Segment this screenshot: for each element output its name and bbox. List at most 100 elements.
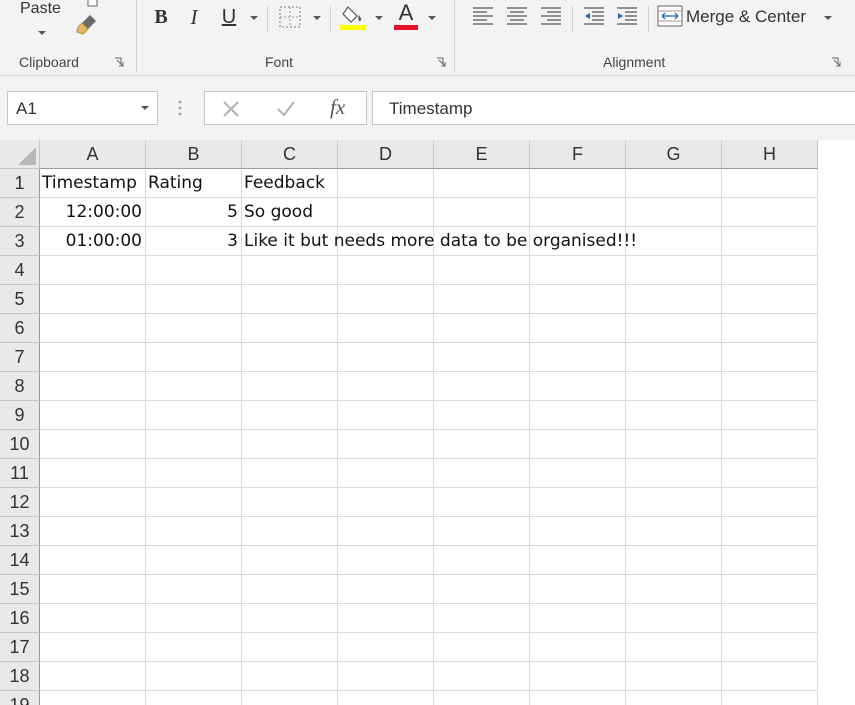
cell-d1[interactable] (338, 169, 434, 198)
cell-e11[interactable] (434, 459, 530, 488)
cell-f17[interactable] (530, 633, 626, 662)
cell-e18[interactable] (434, 662, 530, 691)
cell-a6[interactable] (40, 314, 146, 343)
cell-c10[interactable] (242, 430, 338, 459)
cell-g8[interactable] (626, 372, 722, 401)
cell-d5[interactable] (338, 285, 434, 314)
cell-f1[interactable] (530, 169, 626, 198)
cell-e16[interactable] (434, 604, 530, 633)
cell-d2[interactable] (338, 198, 434, 227)
cell-g14[interactable] (626, 546, 722, 575)
cell-e14[interactable] (434, 546, 530, 575)
paste-dropdown-icon[interactable] (37, 28, 47, 38)
cell-h6[interactable] (722, 314, 818, 343)
cell-d9[interactable] (338, 401, 434, 430)
cell-g2[interactable] (626, 198, 722, 227)
cell-a4[interactable] (40, 256, 146, 285)
cell-b17[interactable] (146, 633, 242, 662)
cell-d12[interactable] (338, 488, 434, 517)
cell-c5[interactable] (242, 285, 338, 314)
paste-button[interactable]: Paste (20, 0, 61, 18)
merge-center-icon[interactable] (657, 5, 683, 27)
cell-g13[interactable] (626, 517, 722, 546)
cell-c19[interactable] (242, 691, 338, 705)
cell-e12[interactable] (434, 488, 530, 517)
cell-g1[interactable] (626, 169, 722, 198)
cancel-icon[interactable] (222, 100, 240, 118)
cell-h8[interactable] (722, 372, 818, 401)
cell-f9[interactable] (530, 401, 626, 430)
enter-check-icon[interactable] (276, 100, 296, 118)
cell-c6[interactable] (242, 314, 338, 343)
row-header-13[interactable]: 13 (0, 517, 40, 546)
row-header-18[interactable]: 18 (0, 662, 40, 691)
cell-a18[interactable] (40, 662, 146, 691)
cell-b5[interactable] (146, 285, 242, 314)
cell-b16[interactable] (146, 604, 242, 633)
align-right-icon[interactable] (540, 6, 562, 26)
cell-b14[interactable] (146, 546, 242, 575)
cell-c1[interactable]: Feedback (242, 169, 338, 198)
cell-d14[interactable] (338, 546, 434, 575)
cell-g6[interactable] (626, 314, 722, 343)
cell-a8[interactable] (40, 372, 146, 401)
row-header-6[interactable]: 6 (0, 314, 40, 343)
cell-b6[interactable] (146, 314, 242, 343)
cell-h17[interactable] (722, 633, 818, 662)
cell-e13[interactable] (434, 517, 530, 546)
fill-color-icon[interactable] (340, 3, 366, 31)
cell-a13[interactable] (40, 517, 146, 546)
cell-e2[interactable] (434, 198, 530, 227)
cell-h15[interactable] (722, 575, 818, 604)
cell-g17[interactable] (626, 633, 722, 662)
cell-c14[interactable] (242, 546, 338, 575)
row-header-19[interactable]: 19 (0, 691, 40, 705)
column-header-f[interactable]: F (530, 140, 626, 169)
row-header-16[interactable]: 16 (0, 604, 40, 633)
insert-function-button[interactable]: fx (330, 95, 345, 120)
column-header-a[interactable]: A (40, 140, 146, 169)
row-header-15[interactable]: 15 (0, 575, 40, 604)
cell-c17[interactable] (242, 633, 338, 662)
borders-icon[interactable] (279, 6, 301, 28)
cell-b13[interactable] (146, 517, 242, 546)
align-center-icon[interactable] (506, 6, 528, 26)
cell-g10[interactable] (626, 430, 722, 459)
clipboard-launcher-icon[interactable] (114, 57, 124, 67)
copy-icon[interactable] (86, 0, 100, 8)
row-header-11[interactable]: 11 (0, 459, 40, 488)
cell-g12[interactable] (626, 488, 722, 517)
fill-color-dropdown-icon[interactable] (374, 13, 384, 23)
cell-a3[interactable]: 01:00:00 (40, 227, 146, 256)
cell-h12[interactable] (722, 488, 818, 517)
row-header-7[interactable]: 7 (0, 343, 40, 372)
formula-bar-grip-icon[interactable] (177, 98, 183, 118)
name-box[interactable]: A1 (7, 91, 158, 125)
cell-c7[interactable] (242, 343, 338, 372)
cell-e9[interactable] (434, 401, 530, 430)
cell-a5[interactable] (40, 285, 146, 314)
italic-button[interactable]: I (184, 4, 204, 30)
cell-b4[interactable] (146, 256, 242, 285)
cell-g7[interactable] (626, 343, 722, 372)
column-header-e[interactable]: E (434, 140, 530, 169)
cell-h5[interactable] (722, 285, 818, 314)
row-header-14[interactable]: 14 (0, 546, 40, 575)
column-header-h[interactable]: H (722, 140, 818, 169)
cell-d19[interactable] (338, 691, 434, 705)
cell-d16[interactable] (338, 604, 434, 633)
cell-h4[interactable] (722, 256, 818, 285)
cell-c18[interactable] (242, 662, 338, 691)
cell-f7[interactable] (530, 343, 626, 372)
cell-e10[interactable] (434, 430, 530, 459)
cell-h18[interactable] (722, 662, 818, 691)
cell-g11[interactable] (626, 459, 722, 488)
cell-a9[interactable] (40, 401, 146, 430)
increase-indent-icon[interactable] (616, 6, 638, 26)
cell-h1[interactable] (722, 169, 818, 198)
cell-b9[interactable] (146, 401, 242, 430)
cell-e6[interactable] (434, 314, 530, 343)
cell-f2[interactable] (530, 198, 626, 227)
cell-a12[interactable] (40, 488, 146, 517)
borders-dropdown-icon[interactable] (312, 13, 322, 23)
